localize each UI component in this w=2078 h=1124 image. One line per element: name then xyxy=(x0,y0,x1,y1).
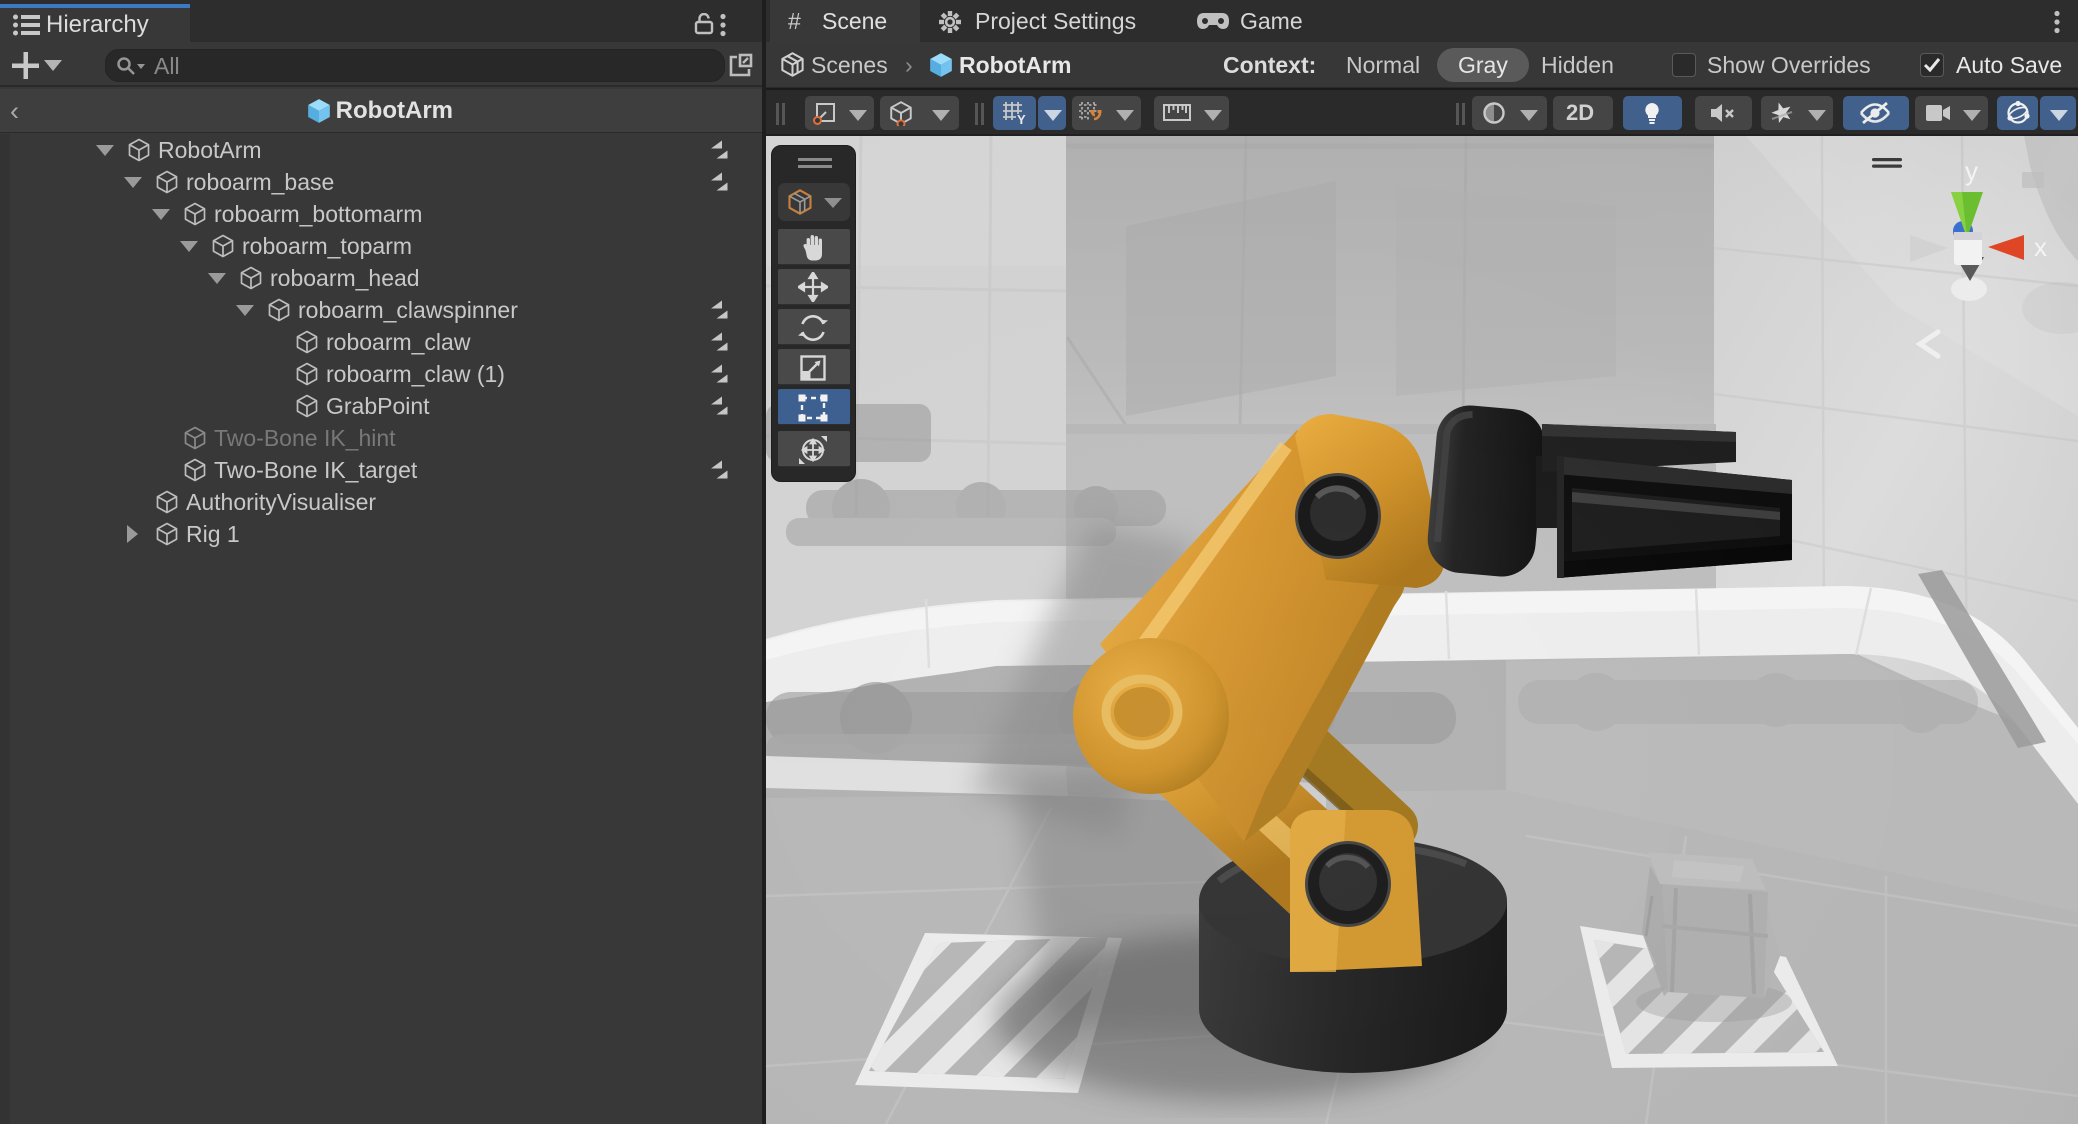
svg-text:y: y xyxy=(1965,156,1978,186)
svg-text:x: x xyxy=(2034,232,2047,262)
svg-text:Y: Y xyxy=(1017,112,1026,125)
